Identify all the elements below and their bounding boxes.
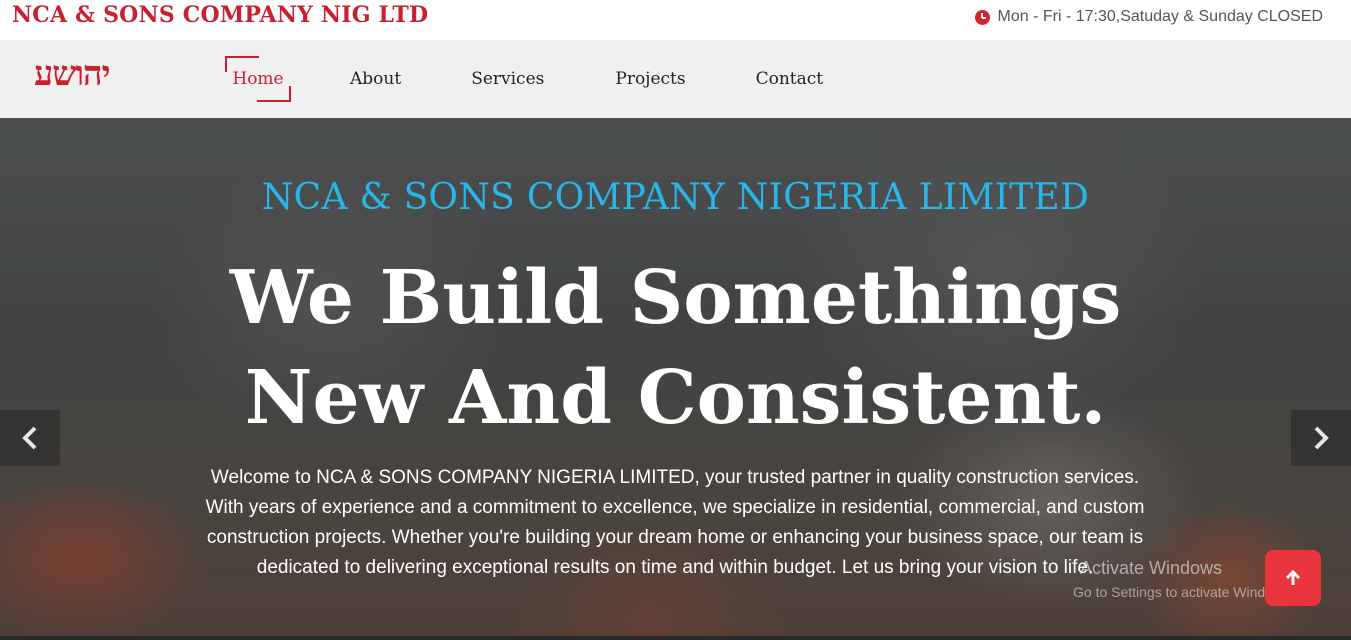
nav-home[interactable]: Home (225, 56, 291, 102)
clock-icon (974, 9, 990, 25)
hero-title-line-1: We Build Somethings (229, 255, 1122, 341)
nav-about[interactable]: About (350, 69, 401, 89)
nav-services[interactable]: Services (471, 69, 544, 89)
hero-title-line-2: New And Consistent. (244, 355, 1107, 441)
nav-contact[interactable]: Contact (756, 69, 824, 89)
nav-projects[interactable]: Projects (615, 69, 685, 89)
hero-eyebrow: NCA & SONS COMPANY NIGERIA LIMITED (261, 177, 1090, 218)
opening-hours: Mon - Fri - 17:30,Satuday & Sunday CLOSE… (974, 8, 1323, 26)
carousel-next-button[interactable] (1291, 410, 1351, 466)
hero-carousel: NCA & SONS COMPANY NIGERIA LIMITED We Bu… (0, 118, 1351, 640)
hero-title: We Build Somethings New And Consistent. (0, 248, 1351, 448)
chevron-right-icon (1314, 426, 1329, 450)
site-logo[interactable]: יהושע (34, 54, 110, 94)
chevron-left-icon (22, 426, 37, 450)
main-nav: Home About Services Projects Contact (225, 56, 823, 102)
arrow-up-icon (1285, 569, 1301, 585)
windows-activation-subtitle: Go to Settings to activate Windows. (1073, 584, 1294, 600)
windows-activation-title: Activate Windows (1080, 558, 1223, 578)
top-bar: NCA & SONS COMPANY NIG LTD Mon - Fri - 1… (0, 0, 1351, 40)
main-navbar: יהושע Home About Services Projects Conta… (0, 40, 1351, 118)
back-to-top-button[interactable] (1265, 550, 1321, 606)
hero-description: Welcome to NCA & SONS COMPANY NIGERIA LI… (205, 467, 1145, 578)
page-bottom-edge (0, 636, 1351, 640)
opening-hours-text: Mon - Fri - 17:30,Satuday & Sunday CLOSE… (997, 8, 1323, 25)
carousel-prev-button[interactable] (0, 410, 60, 466)
company-name: NCA & SONS COMPANY NIG LTD (12, 2, 429, 28)
